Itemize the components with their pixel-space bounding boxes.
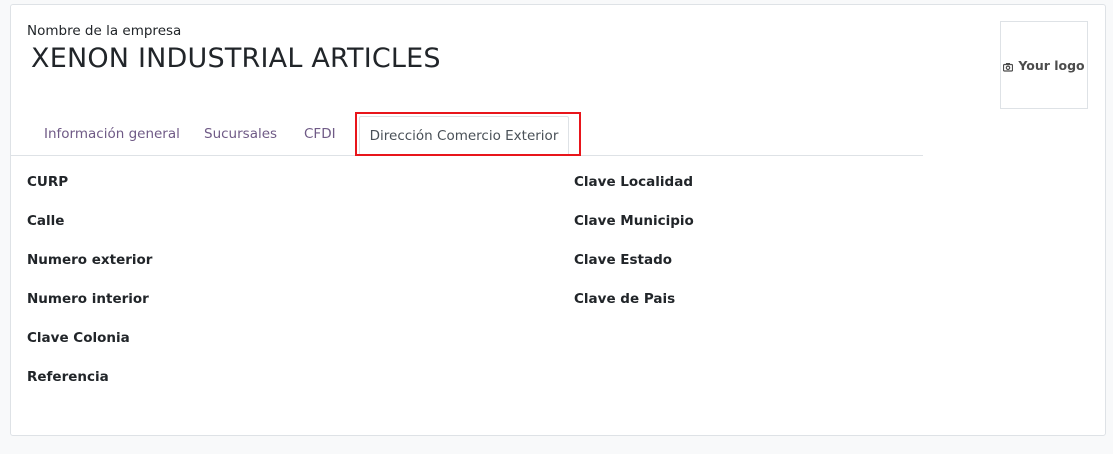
tab-direccion-comercio-exterior[interactable]: Dirección Comercio Exterior — [359, 116, 569, 156]
field-label-calle: Calle — [27, 213, 65, 229]
notebook-tabs: Información general Sucursales CFDI Dire… — [11, 113, 923, 156]
field-label-referencia: Referencia — [27, 369, 109, 385]
company-name-field[interactable]: XENON INDUSTRIAL ARTICLES — [31, 43, 441, 74]
logo-label: Your logo — [1018, 57, 1085, 73]
field-label-numero-interior: Numero interior — [27, 291, 149, 307]
tab-informacion-general[interactable]: Información general — [44, 126, 180, 142]
field-label-clave-de-pais: Clave de Pais — [574, 291, 676, 307]
form-sheet: Nombre de la empresa XENON INDUSTRIAL AR… — [10, 4, 1106, 436]
company-name-caption: Nombre de la empresa — [27, 23, 182, 39]
field-label-clave-colonia: Clave Colonia — [27, 330, 130, 346]
field-label-numero-exterior: Numero exterior — [27, 252, 153, 268]
tab-sucursales[interactable]: Sucursales — [204, 126, 277, 142]
camera-icon — [1003, 60, 1014, 72]
logo-upload[interactable]: Your logo — [1000, 21, 1088, 109]
field-label-curp: CURP — [27, 174, 69, 190]
field-label-clave-municipio: Clave Municipio — [574, 213, 694, 229]
field-label-clave-localidad: Clave Localidad — [574, 174, 693, 190]
tab-cfdi[interactable]: CFDI — [304, 126, 336, 142]
field-label-clave-estado: Clave Estado — [574, 252, 673, 268]
